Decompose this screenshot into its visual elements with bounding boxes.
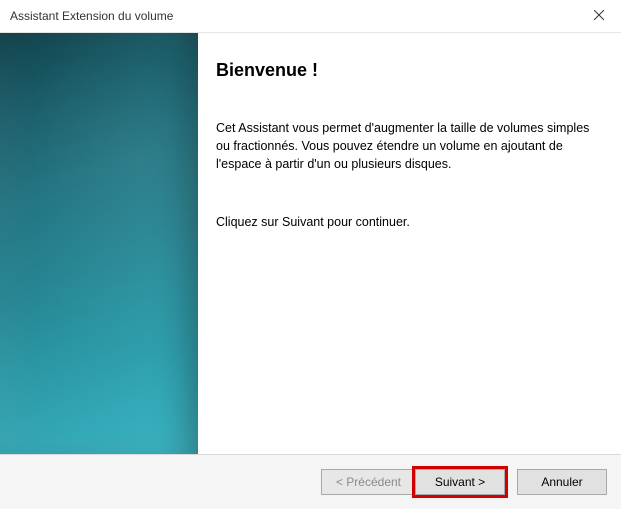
side-artwork <box>0 33 198 454</box>
page-heading: Bienvenue ! <box>216 57 601 83</box>
window-title: Assistant Extension du volume <box>10 9 576 23</box>
next-button[interactable]: Suivant > <box>415 469 505 495</box>
wizard-footer: < Précédent Suivant > Annuler <box>0 454 621 509</box>
content-area: Bienvenue ! Cet Assistant vous permet d'… <box>198 33 621 454</box>
page-hint: Cliquez sur Suivant pour continuer. <box>216 213 601 231</box>
page-description: Cet Assistant vous permet d'augmenter la… <box>216 119 601 173</box>
titlebar: Assistant Extension du volume <box>0 0 621 32</box>
back-button: < Précédent <box>321 469 415 495</box>
close-icon <box>594 9 604 23</box>
cancel-button[interactable]: Annuler <box>517 469 607 495</box>
wizard-body: Bienvenue ! Cet Assistant vous permet d'… <box>0 33 621 454</box>
wizard-window: Assistant Extension du volume Bienvenue … <box>0 0 621 509</box>
close-button[interactable] <box>576 0 621 32</box>
nav-button-pair: < Précédent Suivant > <box>321 469 505 495</box>
